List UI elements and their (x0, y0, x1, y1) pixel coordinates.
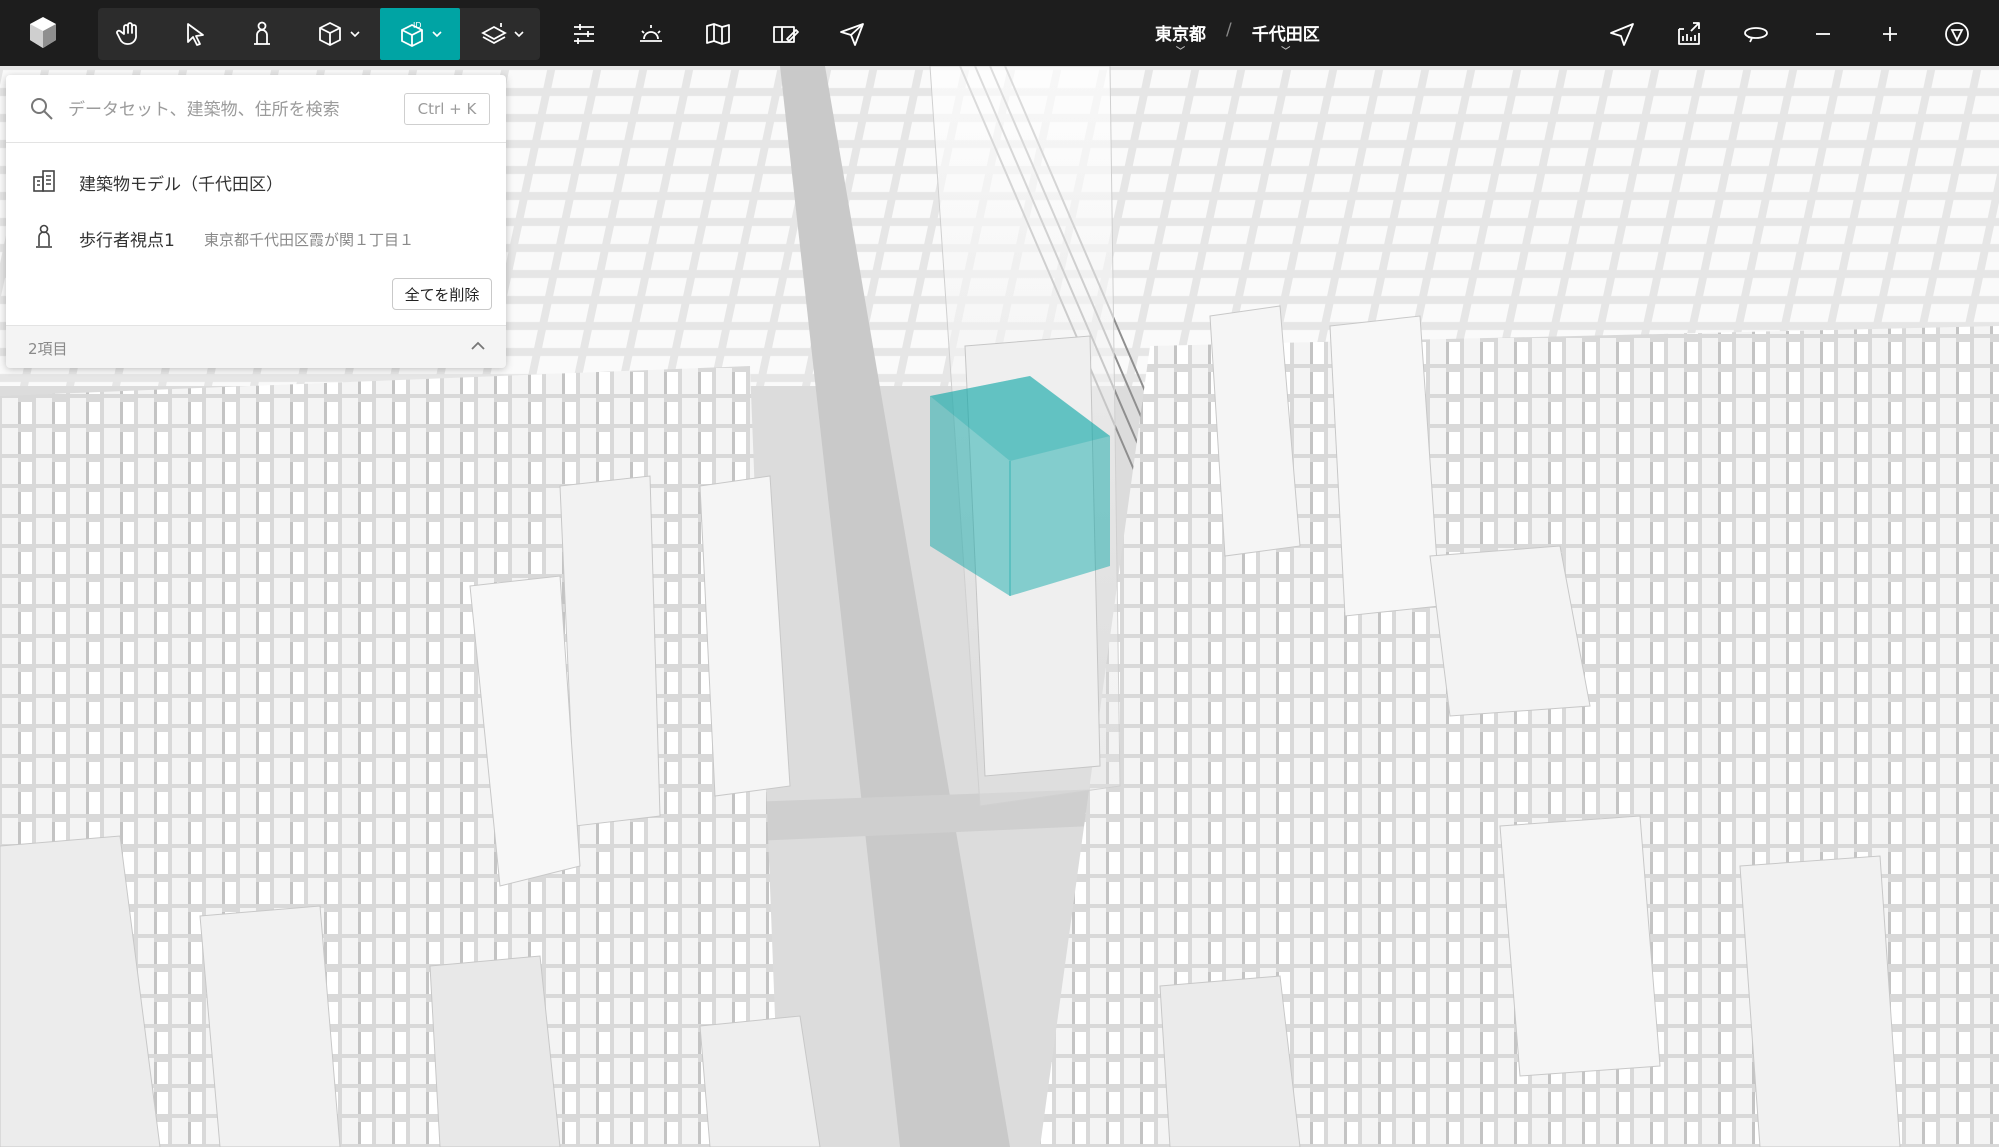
breadcrumb-ward-label: 千代田区 (1251, 25, 1320, 45)
result-item-building-model[interactable]: 建築物モデル（千代田区） (6, 157, 506, 207)
sunrise-icon[interactable] (625, 8, 677, 60)
result-label: 歩行者視点1 (79, 231, 175, 251)
app-logo-icon[interactable] (24, 14, 62, 52)
breadcrumb-ward[interactable]: 千代田区 ﹀ (1252, 20, 1320, 57)
pedestrian-icon (36, 224, 52, 248)
keyboard-shortcut-badge: Ctrl + K (404, 93, 490, 125)
hand-icon[interactable] (104, 8, 156, 60)
compass-icon[interactable] (1931, 8, 1983, 60)
rotate-icon[interactable] (1730, 8, 1782, 60)
chevron-up-icon[interactable] (468, 336, 488, 356)
search-bar: Ctrl + K (6, 75, 506, 143)
breadcrumb-prefecture-label: 東京都 (1155, 25, 1206, 45)
top-toolbar: ID 東京都 ﹀ / 千代田区 ﹀ (0, 0, 1999, 66)
3d-building-tool-button[interactable]: ID (380, 8, 460, 60)
sketch-icon[interactable] (759, 8, 811, 60)
left-buildings (0, 366, 791, 1147)
cursor-icon[interactable] (170, 8, 222, 60)
breadcrumb: 東京都 ﹀ / 千代田区 ﹀ (1155, 20, 1320, 57)
item-count: 2項目 (28, 340, 68, 358)
result-label: 建築物モデル（千代田区） (79, 175, 283, 195)
send-icon[interactable] (826, 8, 878, 60)
person-icon[interactable] (236, 8, 288, 60)
minus-icon[interactable] (1797, 8, 1849, 60)
search-panel: Ctrl + K 建築物モデル（千代田区） 歩行者視点1 東京都千代田区霞が関１… (6, 75, 506, 368)
search-input[interactable] (66, 93, 400, 127)
plus-icon[interactable] (1864, 8, 1916, 60)
chevron-down-icon (350, 31, 360, 38)
cube-tool-button[interactable] (302, 8, 374, 60)
breadcrumb-prefecture[interactable]: 東京都 ﹀ (1155, 20, 1206, 57)
breadcrumb-separator: / (1226, 20, 1232, 40)
export-icon[interactable] (1663, 8, 1715, 60)
chevron-down-icon (432, 31, 442, 38)
panel-footer: 2項目 (6, 325, 506, 368)
layers-icon (481, 23, 507, 45)
search-icon (31, 98, 53, 120)
map-icon[interactable] (692, 8, 744, 60)
3d-building-icon: ID (401, 21, 423, 48)
chevron-down-icon (514, 31, 524, 38)
chevron-down-icon: ﹀ (1175, 47, 1185, 57)
building-model-icon (33, 170, 55, 192)
navigate-icon[interactable] (1596, 8, 1648, 60)
layers-tool-button[interactable] (466, 8, 538, 60)
result-item-pedestrian[interactable]: 歩行者視点1 東京都千代田区霞が関１丁目１ (6, 213, 506, 263)
clear-all-button[interactable]: 全てを削除 (392, 278, 492, 310)
sliders-icon[interactable] (558, 8, 610, 60)
chevron-down-icon: ﹀ (1281, 47, 1291, 57)
result-address: 東京都千代田区霞が関１丁目１ (204, 231, 415, 249)
cube-icon (319, 21, 341, 47)
svg-text:ID: ID (413, 21, 422, 30)
